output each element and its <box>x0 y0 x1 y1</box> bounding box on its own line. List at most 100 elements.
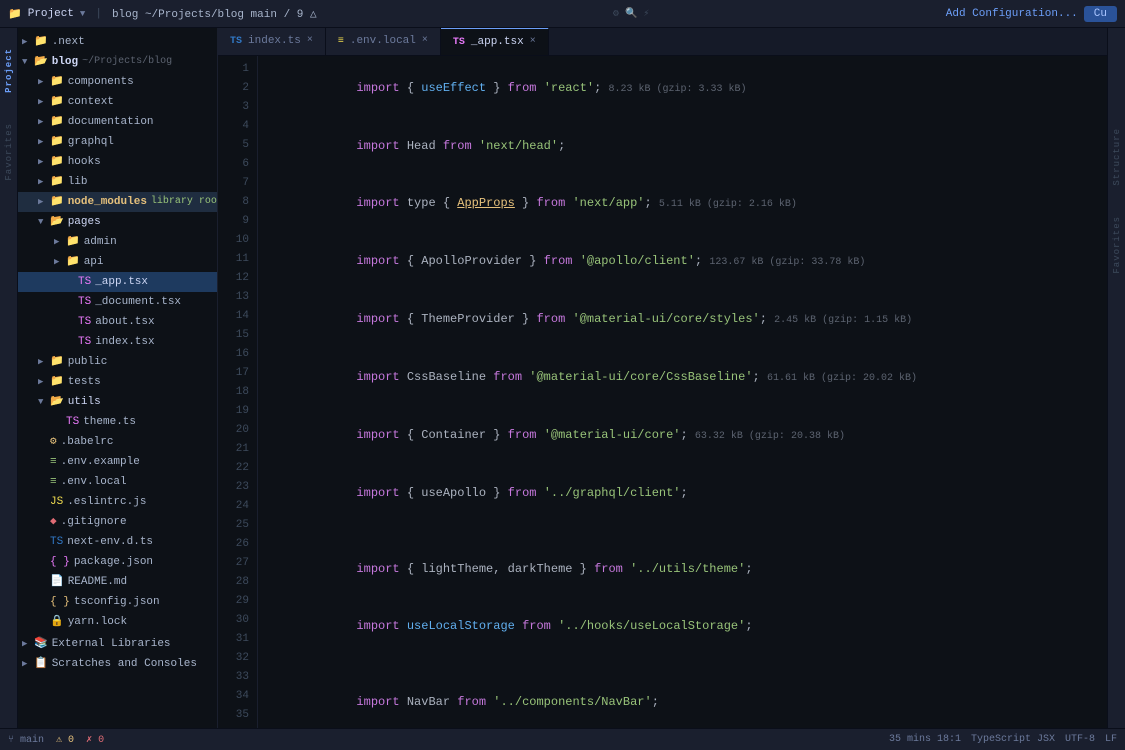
tree-item-babelrc[interactable]: ⚙ .babelrc <box>18 432 217 452</box>
label-node-modules: node_modules <box>68 193 147 211</box>
arrow-blog: ▼ <box>22 53 34 71</box>
label-document-tsx: _document.tsx <box>95 293 181 311</box>
icon-babelrc: ⚙ <box>50 433 57 451</box>
right-panel: Structure Favorites <box>1107 28 1125 728</box>
label-package-json: package.json <box>74 553 153 571</box>
icon-env-local: ≡ <box>50 473 57 491</box>
line-numbers: 12345 678910 1112131415 1617181920 21222… <box>218 56 258 728</box>
label-env-example: .env.example <box>61 453 140 471</box>
project-label[interactable]: Project <box>28 8 74 20</box>
code-line-12 <box>270 655 1090 674</box>
tree-item-package-json[interactable]: { } package.json <box>18 552 217 572</box>
title-bar-right: Add Configuration... Cu <box>946 6 1117 22</box>
main-body: Project Favorites ▶ 📁 .next ▼ 📂 blog ~/P… <box>0 28 1125 728</box>
tree-item-graphql[interactable]: ▶ 📁 graphql <box>18 132 217 152</box>
label-scratches: Scratches and Consoles <box>52 655 197 673</box>
arrow-graphql: ▶ <box>38 133 50 151</box>
title-bar-left: 📁 Project ▼ | blog ~/Projects/blog main … <box>8 7 317 21</box>
tree-item-admin[interactable]: ▶ 📁 admin <box>18 232 217 252</box>
tree-item-public[interactable]: ▶ 📁 public <box>18 352 217 372</box>
label-utils: utils <box>68 393 101 411</box>
close-tab-index-ts[interactable]: × <box>307 36 313 46</box>
tab-app-tsx[interactable]: TS _app.tsx × <box>441 28 549 55</box>
label-lib: lib <box>68 173 88 191</box>
status-encoding[interactable]: UTF-8 <box>1065 734 1095 745</box>
tree-item-scratches[interactable]: ▶ 📋 Scratches and Consoles <box>18 654 217 674</box>
tree-item-node-modules[interactable]: ▶ 📁 node_modules library root <box>18 192 217 212</box>
tree-item-next[interactable]: ▶ 📁 .next <box>18 32 217 52</box>
path-blog: ~/Projects/blog <box>82 53 172 71</box>
status-right: 35 mins 18:1 TypeScript JSX UTF-8 LF <box>889 734 1117 745</box>
icon-index-tsx: TS <box>78 333 91 351</box>
status-linesep[interactable]: LF <box>1105 734 1117 745</box>
tab-env-local[interactable]: ≡ .env.local × <box>326 28 441 55</box>
tree-item-pages[interactable]: ▼ 📂 pages <box>18 212 217 232</box>
code-line-7: import { Container } from '@material-ui/… <box>270 407 1090 465</box>
arrow-next: ▶ <box>22 33 34 51</box>
label-context: context <box>68 93 114 111</box>
right-panel-label-1[interactable]: Structure <box>1112 128 1122 186</box>
status-branch[interactable]: ⑂ main <box>8 734 44 746</box>
label-env-local: .env.local <box>61 473 127 491</box>
arrow-lib: ▶ <box>38 173 50 191</box>
tree-item-document-tsx[interactable]: TS _document.tsx <box>18 292 217 312</box>
label-theme-ts: theme.ts <box>83 413 136 431</box>
code-editor[interactable]: import { useEffect } from 'react'; 8.23 … <box>258 56 1090 728</box>
tree-item-hooks[interactable]: ▶ 📁 hooks <box>18 152 217 172</box>
code-content: 12345 678910 1112131415 1617181920 21222… <box>218 56 1090 728</box>
tree-item-context[interactable]: ▶ 📁 context <box>18 92 217 112</box>
folder-icon-next: 📁 <box>34 33 48 51</box>
label-tab-env-local: .env.local <box>350 35 416 47</box>
tree-item-theme-ts[interactable]: TS theme.ts <box>18 412 217 432</box>
right-panel-label-2[interactable]: Favorites <box>1112 216 1122 274</box>
label-next: .next <box>52 33 85 51</box>
app-container: 📁 Project ▼ | blog ~/Projects/blog main … <box>0 0 1125 750</box>
label-documentation: documentation <box>68 113 154 131</box>
branch-info: blog ~/Projects/blog main / 9 △ <box>112 7 317 21</box>
tree-item-next-env-dts[interactable]: TS next-env.d.ts <box>18 532 217 552</box>
tree-item-index-tsx[interactable]: TS index.tsx <box>18 332 217 352</box>
status-errors: ✗ 0 <box>86 734 104 746</box>
icon-package-json: { } <box>50 553 70 571</box>
folder-icon-pages: 📂 <box>50 213 64 231</box>
icon-next-env: TS <box>50 533 63 551</box>
tree-item-api[interactable]: ▶ 📁 api <box>18 252 217 272</box>
close-tab-env[interactable]: × <box>422 36 428 46</box>
add-config[interactable]: Add Configuration... <box>946 8 1078 20</box>
folder-icon-api: 📁 <box>66 253 80 271</box>
tree-item-env-local[interactable]: ≡ .env.local <box>18 472 217 492</box>
code-line-2: import Head from 'next/head'; <box>270 118 1090 175</box>
close-tab-app[interactable]: × <box>530 37 536 47</box>
tree-item-components[interactable]: ▶ 📁 components <box>18 72 217 92</box>
tree-item-external-libs[interactable]: ▶ 📚 External Libraries <box>18 634 217 654</box>
run-button[interactable]: Cu <box>1084 6 1117 22</box>
dropdown-icon[interactable]: ▼ <box>80 9 85 19</box>
tree-item-lib[interactable]: ▶ 📁 lib <box>18 172 217 192</box>
icon-env-example: ≡ <box>50 453 57 471</box>
tree-item-about-tsx[interactable]: TS about.tsx <box>18 312 217 332</box>
arrow-hooks: ▶ <box>38 153 50 171</box>
tree-item-documentation[interactable]: ▶ 📁 documentation <box>18 112 217 132</box>
tree-item-yarn-lock[interactable]: 🔒 yarn.lock <box>18 612 217 632</box>
tree-item-readme[interactable]: 📄 README.md <box>18 572 217 592</box>
arrow-pages: ▼ <box>38 213 50 231</box>
arrow-node-modules: ▶ <box>38 193 50 211</box>
folder-icon-utils: 📂 <box>50 393 64 411</box>
icon-theme-ts: TS <box>66 413 79 431</box>
folder-icon-tests: 📁 <box>50 373 64 391</box>
tree-item-env-example[interactable]: ≡ .env.example <box>18 452 217 472</box>
tree-item-eslintrc[interactable]: JS .eslintrc.js <box>18 492 217 512</box>
status-filetype[interactable]: TypeScript JSX <box>971 734 1055 745</box>
tree-item-tsconfig[interactable]: { } tsconfig.json <box>18 592 217 612</box>
tree-item-tests[interactable]: ▶ 📁 tests <box>18 372 217 392</box>
tree-item-gitignore[interactable]: ◆ .gitignore <box>18 512 217 532</box>
tree-item-utils[interactable]: ▼ 📂 utils <box>18 392 217 412</box>
folder-icon-public: 📁 <box>50 353 64 371</box>
tree-item-blog[interactable]: ▼ 📂 blog ~/Projects/blog <box>18 52 217 72</box>
project-sidebar: ▶ 📁 .next ▼ 📂 blog ~/Projects/blog ▶ 📁 c… <box>18 28 218 728</box>
badge-library-root: library root <box>151 193 218 211</box>
favorites-panel-label[interactable]: Favorites <box>4 123 14 181</box>
tree-item-app-tsx[interactable]: TS _app.tsx <box>18 272 217 292</box>
tab-index-ts[interactable]: TS index.ts × <box>218 28 326 55</box>
project-panel-label[interactable]: Project <box>4 48 14 93</box>
